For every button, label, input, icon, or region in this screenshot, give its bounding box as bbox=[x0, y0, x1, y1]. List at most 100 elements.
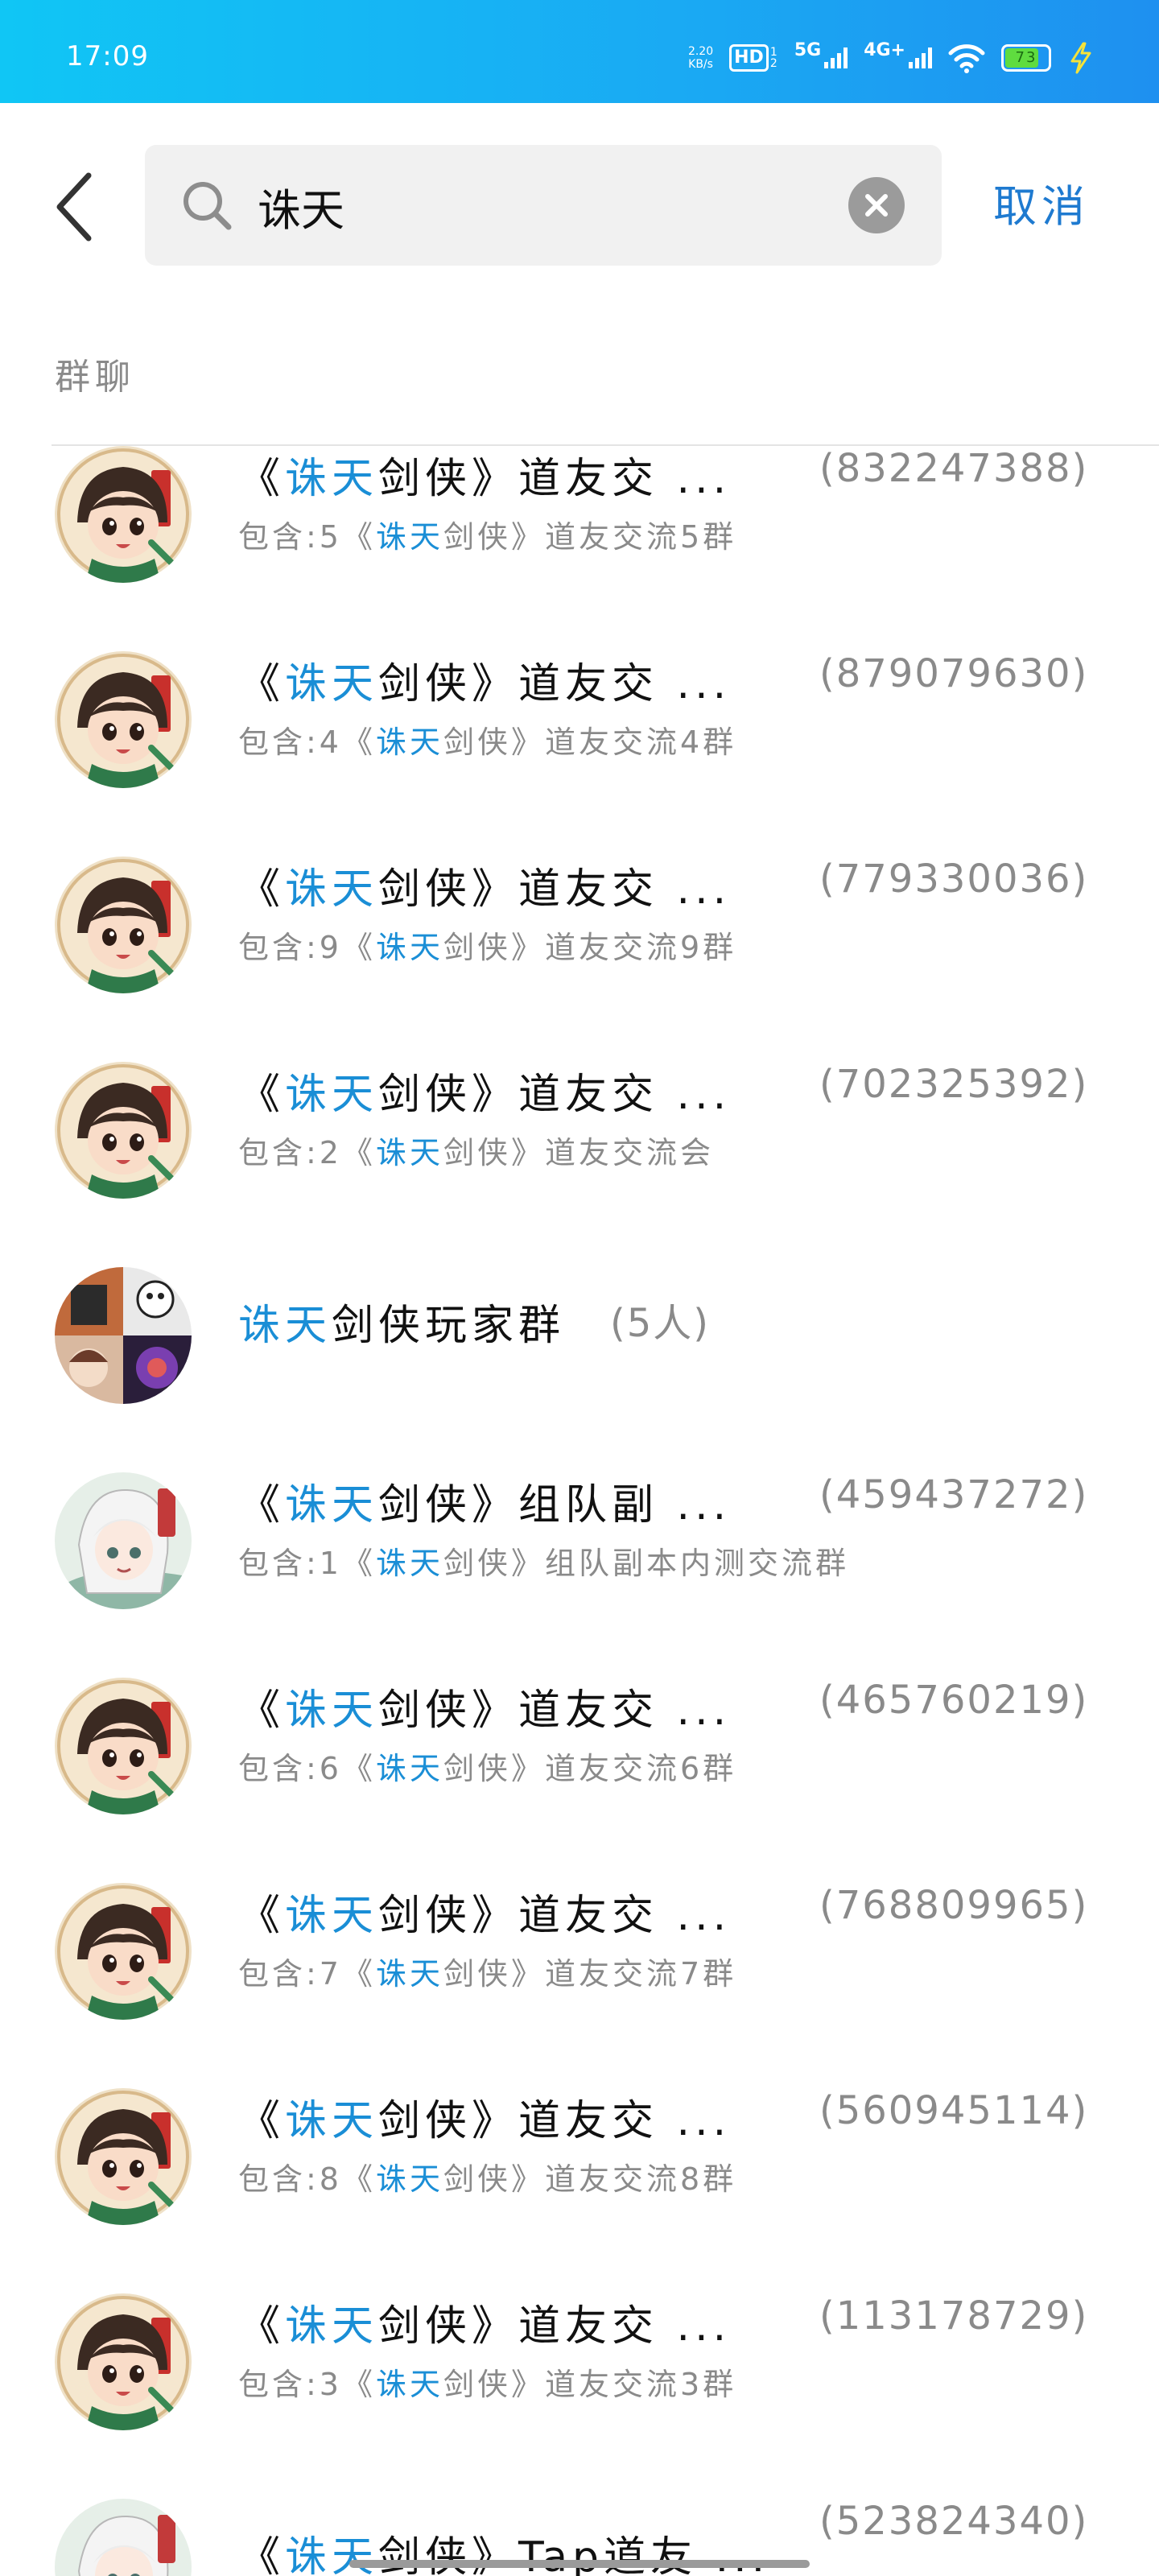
net-4g-label: 4G+ bbox=[864, 40, 905, 60]
group-name: 《诛天剑侠》道友交 ... bbox=[238, 855, 731, 915]
match-info-rest: 剑侠》道友交流7群 bbox=[443, 1956, 737, 1992]
clock: 17:09 bbox=[66, 40, 149, 72]
hd-icon: HD 1 2 bbox=[729, 44, 778, 72]
group-avatar bbox=[55, 857, 192, 993]
group-name-rest: 剑侠》道友交 ... bbox=[378, 2097, 732, 2145]
result-row[interactable]: 《诛天剑侠》道友交 ... (465760219) 包含:6《诛天剑侠》道友交流6群 bbox=[0, 1678, 1159, 1883]
group-name-rest: 剑侠》道友交 ... bbox=[378, 865, 732, 914]
group-avatar bbox=[55, 1062, 192, 1199]
group-name-highlight: 诛天 bbox=[285, 1071, 379, 1119]
group-name-rest: 剑侠玩家群 bbox=[332, 1302, 566, 1350]
match-info-highlight: 诛天 bbox=[375, 2367, 443, 2402]
match-info-prefix: 包含:5《 bbox=[238, 519, 376, 555]
group-match-info: 包含:2《诛天剑侠》道友交流会 bbox=[238, 1128, 714, 1172]
group-name-highlight: 诛天 bbox=[285, 1481, 379, 1530]
battery-level: 73 bbox=[1015, 49, 1037, 66]
group-name-rest: 剑侠》道友交 ... bbox=[378, 2302, 732, 2351]
group-name-rest: 剑侠》道友交 ... bbox=[378, 1686, 732, 1735]
network-speed-value: 2.20 bbox=[687, 45, 714, 58]
match-info-highlight: 诛天 bbox=[375, 2161, 443, 2197]
group-match-info: 包含:1《诛天剑侠》组队副本内测交流群 bbox=[238, 1538, 849, 1583]
search-input[interactable] bbox=[258, 174, 821, 238]
match-info-prefix: 包含:1《 bbox=[238, 1546, 376, 1581]
result-row[interactable]: 《诛天剑侠》组队副 ... (459437272) 包含:1《诛天剑侠》组队副本内测… bbox=[0, 1472, 1159, 1678]
section-title: 群聊 bbox=[55, 357, 135, 398]
battery-icon: 73 bbox=[1001, 44, 1051, 72]
group-name-rest: 剑侠》道友交 ... bbox=[378, 1071, 732, 1119]
group-match-info: 包含:9《诛天剑侠》道友交流9群 bbox=[238, 923, 736, 967]
group-name-highlight: 诛天 bbox=[285, 2302, 379, 2351]
result-row[interactable]: 《诛天剑侠》道友交 ... (560945114) 包含:8《诛天剑侠》道友交流8群 bbox=[0, 2088, 1159, 2293]
group-number: (459437272) bbox=[819, 1472, 1089, 1517]
group-avatar bbox=[55, 651, 192, 788]
group-name: 《诛天剑侠》道友交 ... bbox=[238, 650, 731, 710]
group-avatar bbox=[55, 1883, 192, 2020]
cancel-button[interactable]: 取消 bbox=[993, 171, 1090, 234]
group-name-rest: 剑侠》道友交 ... bbox=[378, 1892, 732, 1940]
match-info-rest: 剑侠》道友交流8群 bbox=[443, 2161, 737, 2197]
hd-label: HD bbox=[729, 44, 769, 72]
group-avatar bbox=[55, 1678, 192, 1814]
group-name-rest: 剑侠》道友交 ... bbox=[378, 660, 732, 708]
group-name: 《诛天剑侠》道友交 ... bbox=[238, 1881, 731, 1942]
result-row[interactable]: 《诛天剑侠》道友交 ... (768809965) 包含:7《诛天剑侠》道友交流7群 bbox=[0, 1883, 1159, 2088]
status-bar: 17:09 2.20 KB/s HD 1 2 5G 4G+ 73 bbox=[0, 0, 1159, 103]
result-row[interactable]: 《诛天剑侠》道友交 ... (879079630) 包含:4《诛天剑侠》道友交流4群 bbox=[0, 651, 1159, 857]
match-info-prefix: 包含:2《 bbox=[238, 1135, 376, 1170]
chevron-left-icon bbox=[56, 172, 92, 242]
group-name-prefix: 《 bbox=[238, 2533, 286, 2576]
group-name-rest: 剑侠》组队副 ... bbox=[378, 1481, 732, 1530]
group-avatar bbox=[55, 2293, 192, 2430]
group-name-highlight: 诛天 bbox=[285, 865, 379, 914]
group-name: 《诛天剑侠》组队副 ... bbox=[238, 1471, 731, 1531]
group-number: (779330036) bbox=[819, 857, 1089, 902]
status-icons: 2.20 KB/s HD 1 2 5G 4G+ 73 bbox=[687, 40, 1095, 74]
group-name-prefix: 《 bbox=[238, 455, 286, 503]
group-name-highlight: 诛天 bbox=[285, 1892, 379, 1940]
match-info-prefix: 包含:3《 bbox=[238, 2367, 376, 2402]
group-number: (879079630) bbox=[819, 651, 1089, 696]
result-row[interactable]: 诛天剑侠玩家群 (5人) bbox=[0, 1267, 1159, 1472]
result-row[interactable]: 《诛天剑侠》道友交 ... (702325392) 包含:2《诛天剑侠》道友交流会 bbox=[0, 1062, 1159, 1267]
match-info-highlight: 诛天 bbox=[375, 724, 443, 760]
result-row[interactable]: 《诛天剑侠》道友交 ... (113178729) 包含:3《诛天剑侠》道友交流3群 bbox=[0, 2293, 1159, 2499]
group-name-prefix: 《 bbox=[238, 865, 286, 914]
group-match-info: 包含:4《诛天剑侠》道友交流4群 bbox=[238, 717, 736, 762]
net-5g-label: 5G bbox=[794, 40, 822, 60]
group-name: 《诛天剑侠》道友交 ... bbox=[238, 2087, 731, 2147]
match-info-highlight: 诛天 bbox=[375, 930, 443, 965]
match-info-prefix: 包含:9《 bbox=[238, 930, 376, 965]
group-match-info: 包含:7《诛天剑侠》道友交流7群 bbox=[238, 1949, 736, 1993]
group-name-highlight: 诛天 bbox=[285, 455, 379, 503]
search-icon bbox=[184, 182, 232, 230]
back-button[interactable] bbox=[53, 171, 93, 243]
network-speed-unit: KB/s bbox=[688, 58, 713, 71]
group-number: (5人) bbox=[610, 1301, 710, 1346]
group-name-highlight: 诛天 bbox=[285, 660, 379, 708]
match-info-highlight: 诛天 bbox=[375, 1546, 443, 1581]
match-info-rest: 剑侠》道友交流9群 bbox=[443, 930, 737, 965]
group-name: 《诛天剑侠》Tap道友 ... bbox=[238, 2523, 769, 2576]
group-number: (113178729) bbox=[819, 2293, 1089, 2339]
match-info-rest: 剑侠》道友交流5群 bbox=[443, 519, 737, 555]
group-name: 《诛天剑侠》道友交 ... bbox=[238, 1060, 731, 1121]
group-name-highlight: 诛天 bbox=[285, 2533, 379, 2576]
group-name: 《诛天剑侠》道友交 ... bbox=[238, 2292, 731, 2352]
result-row[interactable]: 《诛天剑侠》道友交 ... (779330036) 包含:9《诛天剑侠》道友交流9群 bbox=[0, 857, 1159, 1062]
group-name-rest: 剑侠》Tap道友 ... bbox=[378, 2533, 770, 2576]
results-list[interactable]: 《诛天剑侠》道友交 ... (832247388) 包含:5《诛天剑侠》道友交流5群… bbox=[0, 446, 1159, 2576]
clear-button[interactable] bbox=[848, 177, 905, 233]
group-name-rest: 剑侠》道友交 ... bbox=[378, 455, 732, 503]
group-avatar bbox=[55, 446, 192, 583]
home-indicator[interactable] bbox=[349, 2560, 810, 2568]
result-row[interactable]: 《诛天剑侠》道友交 ... (832247388) 包含:5《诛天剑侠》道友交流5群 bbox=[0, 446, 1159, 651]
search-bar[interactable] bbox=[145, 145, 942, 266]
match-info-rest: 剑侠》道友交流4群 bbox=[443, 724, 737, 760]
group-match-info: 包含:6《诛天剑侠》道友交流6群 bbox=[238, 1744, 736, 1788]
close-icon bbox=[865, 194, 888, 217]
group-number: (832247388) bbox=[819, 446, 1089, 491]
match-info-prefix: 包含:4《 bbox=[238, 724, 376, 760]
group-match-info: 包含:8《诛天剑侠》道友交流8群 bbox=[238, 2154, 736, 2198]
group-match-info: 包含:5《诛天剑侠》道友交流5群 bbox=[238, 512, 736, 556]
match-info-highlight: 诛天 bbox=[375, 1956, 443, 1992]
